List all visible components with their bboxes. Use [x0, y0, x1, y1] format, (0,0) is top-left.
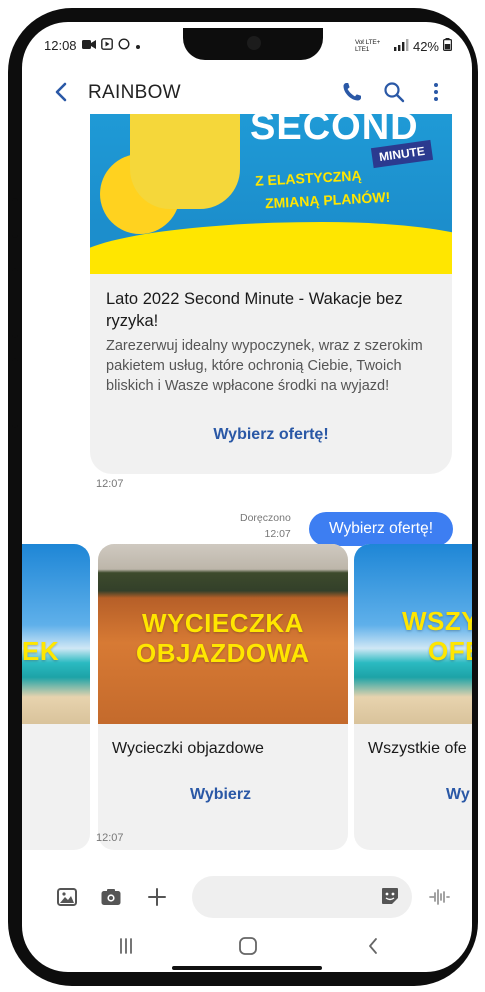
- search-button[interactable]: [382, 80, 406, 104]
- carousel-overlay-line-2: OBJAZDOWA: [136, 638, 310, 668]
- home-indicator: [172, 966, 322, 970]
- back-button[interactable]: [50, 78, 74, 106]
- call-button[interactable]: [340, 80, 364, 104]
- carousel-overlay-line-1: WYCIECZKA: [142, 608, 304, 638]
- system-navigation-bar: [22, 926, 472, 966]
- signal-icon: [393, 38, 409, 54]
- system-back-button[interactable]: [362, 934, 386, 958]
- sent-message-bubble[interactable]: Wybierz ofertę!: [309, 512, 453, 546]
- banner-tagline-2: ZMIANĄ PLANÓW!: [264, 188, 391, 212]
- choose-offer-button[interactable]: Wybierz ofertę!: [90, 426, 452, 444]
- delivery-status-label: Doręczono: [240, 512, 291, 524]
- conversation-title: RAINBOW: [88, 82, 181, 103]
- rich-card-description: Zarezerwuj idealny wypoczynek, wraz z sz…: [106, 338, 423, 394]
- image-icon: [57, 888, 77, 906]
- conversation-header: RAINBOW: [22, 70, 472, 114]
- sticker-button[interactable]: [380, 886, 400, 906]
- more-options-button[interactable]: [424, 80, 448, 104]
- banner-tagline-1: Z ELASTYCZNĄ: [254, 167, 362, 189]
- carousel-overlay-line-1: WSZY: [402, 606, 472, 636]
- message-input-container[interactable]: [192, 876, 412, 918]
- network-label: Voℓ LTE+ LTE1: [354, 39, 381, 53]
- message-input[interactable]: [208, 886, 368, 908]
- carousel-card-title: Wycieczki objazdowe: [112, 740, 264, 757]
- camera-icon: [101, 889, 121, 905]
- carousel-overlay-partial: EK: [22, 636, 60, 666]
- promo-banner-image: SECOND MINUTE Z ELASTYCZNĄ ZMIANĄ PLANÓW…: [90, 114, 452, 274]
- plus-icon: [148, 888, 166, 906]
- volume-down-button: [12, 268, 18, 338]
- carousel-card-partial-left[interactable]: EK: [22, 544, 90, 850]
- home-button[interactable]: [236, 934, 260, 958]
- recent-apps-button[interactable]: [114, 934, 138, 958]
- banner-headline: SECOND: [250, 114, 419, 148]
- bixby-button: [12, 358, 18, 428]
- rich-card-title: Lato 2022 Second Minute - Wakacje bez ry…: [106, 290, 403, 330]
- choose-button[interactable]: Wy: [446, 786, 470, 804]
- camera-notch: [183, 28, 323, 60]
- beach-image: [22, 544, 90, 724]
- rich-card: Lato 2022 Second Minute - Wakacje bez ry…: [90, 274, 452, 474]
- notification-dot-icon: [135, 38, 141, 53]
- carousel-card-title: Wszystkie ofe: [368, 740, 467, 757]
- chevron-left-icon: [369, 938, 377, 954]
- screen: 12:08 Voℓ LTE+ LTE1 42% RAINBOW SECOND M…: [22, 22, 472, 972]
- phone-icon: [343, 83, 361, 101]
- notification-video-icon: [81, 38, 96, 53]
- search-icon: [384, 82, 405, 103]
- sticker-icon: [382, 888, 398, 904]
- carousel-card-tours[interactable]: WYCIECZKA OBJAZDOWA Wycieczki objazdowe …: [98, 544, 348, 850]
- notification-circle-icon: [118, 38, 130, 53]
- message-composer: [22, 872, 472, 922]
- delivery-status: Doręczono 12:07: [240, 510, 291, 542]
- notification-play-icon: [100, 38, 113, 53]
- recents-icon: [120, 938, 132, 954]
- more-vert-icon: [434, 83, 438, 101]
- person-graphic: [130, 114, 240, 209]
- home-icon: [239, 937, 257, 955]
- front-camera: [247, 36, 261, 50]
- choose-button[interactable]: Wybierz: [190, 786, 251, 804]
- camera-button[interactable]: [100, 886, 122, 908]
- sent-time: 12:07: [264, 528, 291, 540]
- carousel-overlay-line-2: OFE: [428, 636, 472, 666]
- add-attachment-button[interactable]: [146, 886, 168, 908]
- message-time: 12:07: [96, 478, 124, 490]
- carousel-card-all-offers[interactable]: WSZY OFE Wszystkie ofe Wy: [354, 544, 472, 850]
- battery-icon: [443, 38, 453, 54]
- volume-button: [12, 198, 18, 238]
- waveform-icon: [429, 889, 450, 905]
- carousel-time: 12:07: [96, 832, 124, 844]
- status-time: 12:08: [44, 38, 77, 53]
- battery-label: 42%: [412, 38, 439, 54]
- voice-record-button[interactable]: [428, 886, 450, 908]
- gallery-button[interactable]: [56, 886, 78, 908]
- back-arrow-icon: [55, 82, 67, 102]
